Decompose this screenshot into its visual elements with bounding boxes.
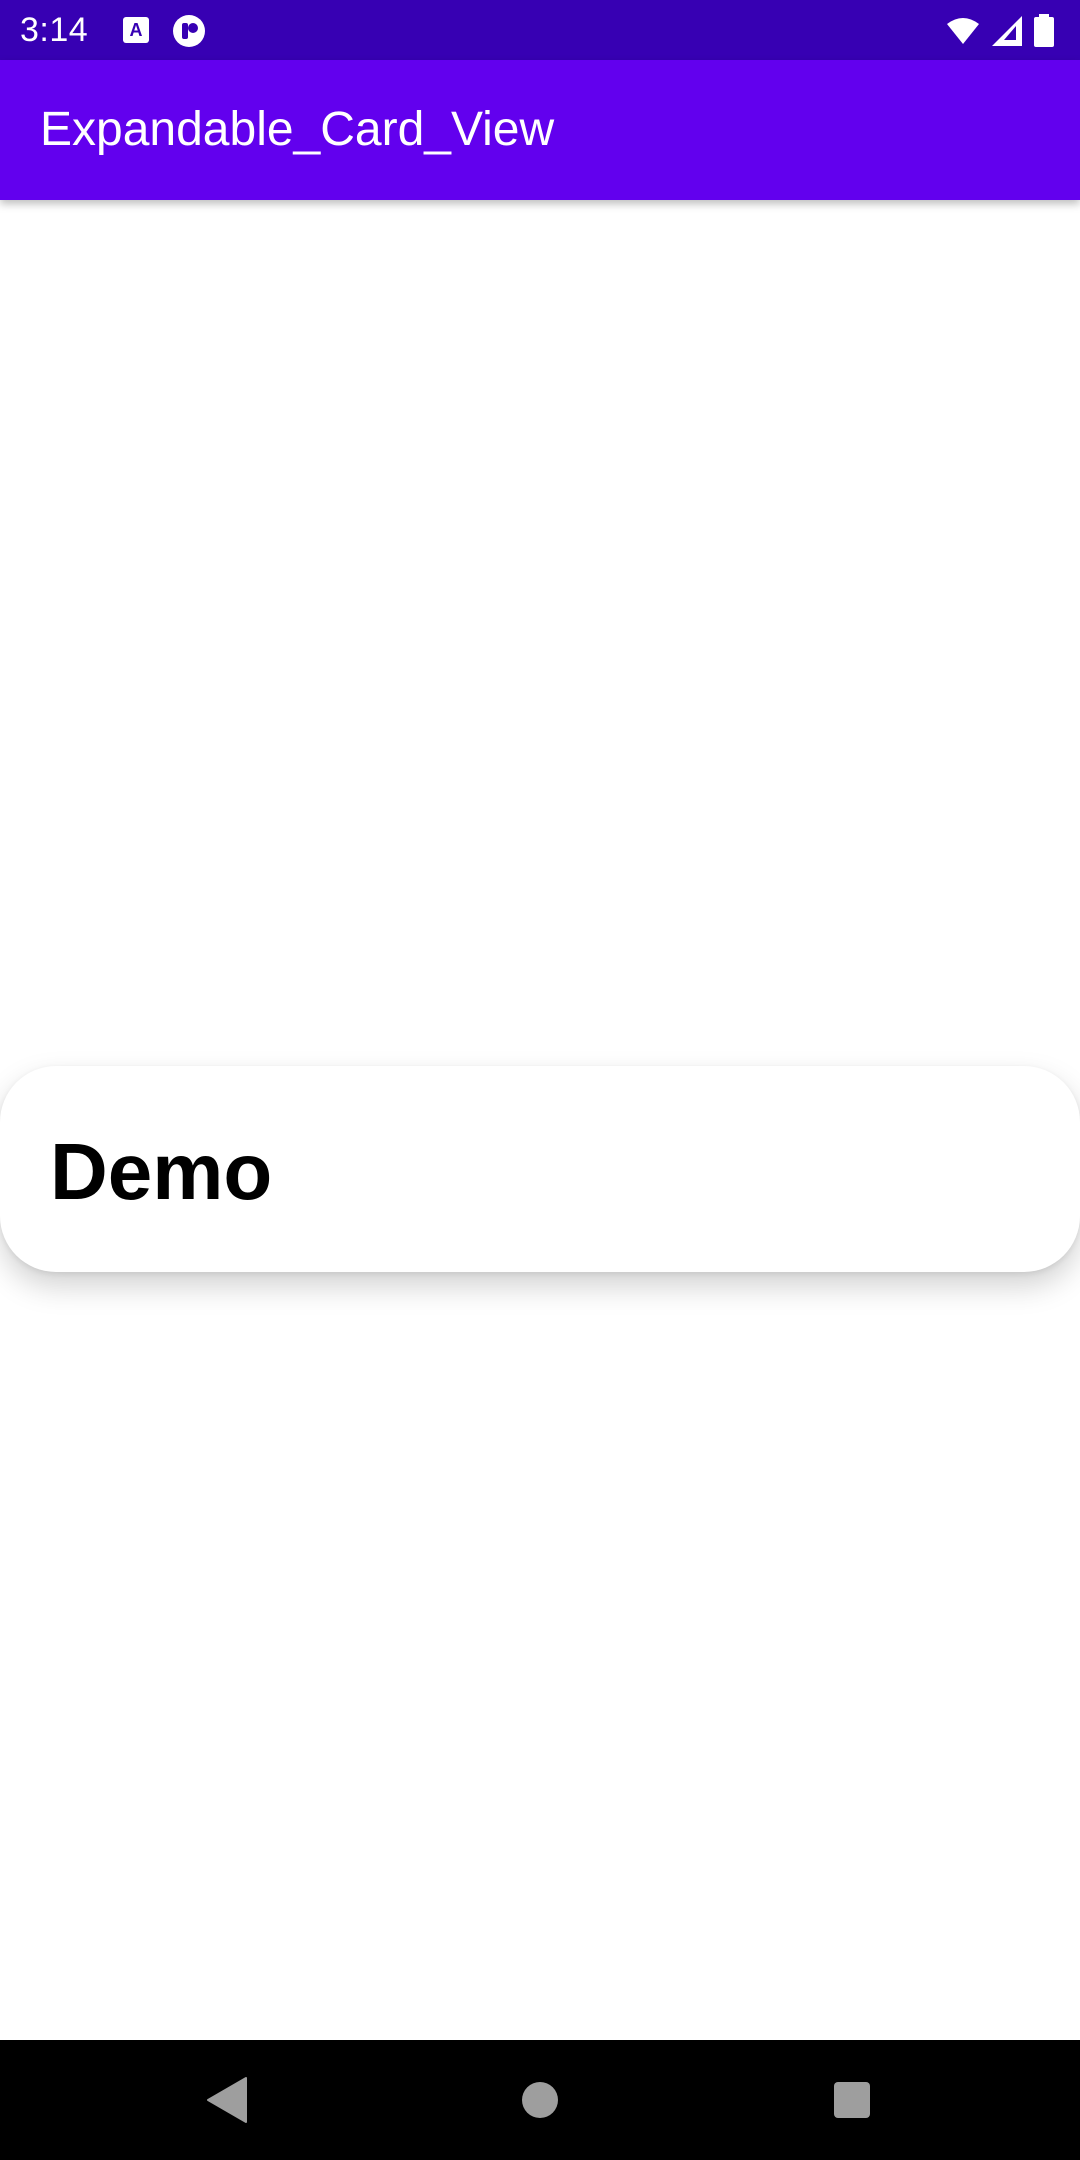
keyboard-a-icon: A	[120, 14, 154, 48]
app-bar: Expandable_Card_View	[0, 60, 1080, 200]
status-bar: 3:14 A	[0, 0, 1080, 60]
toggle-icon	[172, 14, 206, 48]
signal-icon	[990, 14, 1024, 48]
app-title: Expandable_Card_View	[40, 103, 555, 156]
wifi-icon	[946, 14, 980, 48]
svg-text:A: A	[130, 20, 143, 40]
expandable-card[interactable]: Demo	[0, 1066, 1080, 1272]
status-time: 3:14	[20, 11, 89, 49]
home-icon[interactable]	[510, 2070, 570, 2130]
navigation-bar	[0, 2040, 1080, 2160]
card-title: Demo	[50, 1127, 273, 1216]
recents-icon[interactable]	[822, 2070, 882, 2130]
back-icon[interactable]	[196, 2070, 256, 2130]
battery-icon	[1032, 14, 1056, 48]
